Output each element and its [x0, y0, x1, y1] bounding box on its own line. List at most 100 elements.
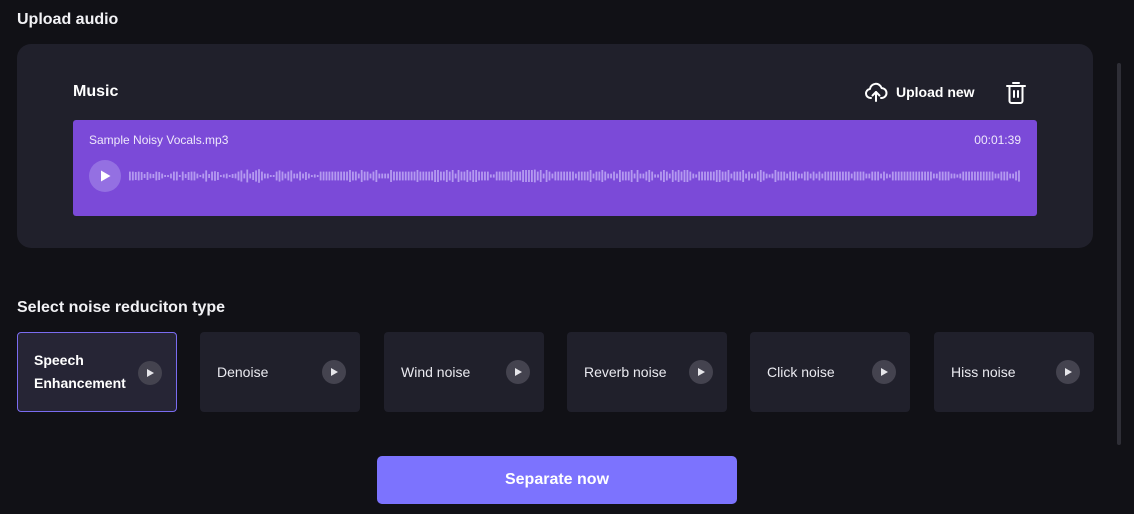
- waveform-bar: [941, 171, 944, 181]
- waveform-bar: [310, 175, 313, 177]
- waveform-bar: [486, 171, 489, 181]
- waveform-bar: [363, 171, 366, 181]
- preview-play-button[interactable]: [689, 360, 713, 384]
- waveform-bar: [665, 171, 668, 181]
- waveform-bar: [422, 171, 425, 181]
- waveform-bar: [883, 171, 885, 181]
- waveform-bar: [284, 173, 287, 179]
- waveform-bar: [727, 170, 730, 182]
- waveform-bar: [583, 171, 586, 181]
- waveform-bar: [442, 171, 445, 181]
- waveform-bar: [856, 171, 859, 181]
- waveform-bar: [648, 170, 651, 182]
- waveform-bar: [721, 171, 724, 181]
- waveform-bar: [915, 171, 918, 181]
- waveform-bar: [375, 170, 378, 182]
- waveform-bar: [880, 173, 882, 179]
- waveform[interactable]: [129, 162, 1021, 190]
- waveform-bar: [997, 173, 1000, 179]
- waveform-bar: [463, 171, 466, 181]
- waveform-bar: [440, 171, 442, 181]
- waveform-bar: [780, 171, 783, 181]
- waveform-bar: [240, 170, 243, 182]
- preview-play-button[interactable]: [872, 360, 896, 384]
- waveform-bar: [208, 174, 211, 178]
- waveform-bar: [170, 173, 172, 179]
- waveform-bar: [211, 171, 213, 181]
- noise-option-label: Hiss noise: [951, 363, 1016, 380]
- noise-option-denoise[interactable]: Denoise: [200, 332, 360, 412]
- waveform-bar: [686, 170, 689, 182]
- waveform-bar: [953, 173, 956, 179]
- track-play-button[interactable]: [89, 160, 121, 192]
- waveform-bar: [575, 173, 577, 179]
- waveform-bar: [140, 172, 143, 180]
- noise-option-wind-noise[interactable]: Wind noise: [384, 332, 544, 412]
- noise-option-label: Wind noise: [401, 363, 471, 380]
- noise-option-click-noise[interactable]: Click noise: [750, 332, 910, 412]
- waveform-bar: [217, 172, 219, 180]
- waveform-bar: [525, 170, 527, 182]
- waveform-bar: [677, 170, 680, 182]
- waveform-bar: [991, 171, 994, 181]
- preview-play-button[interactable]: [506, 360, 530, 384]
- waveform-bar: [313, 174, 316, 178]
- waveform-bar: [152, 174, 155, 178]
- waveform-bar: [768, 174, 771, 178]
- waveform-bar: [956, 174, 959, 178]
- waveform-bar: [563, 171, 566, 181]
- waveform-bar: [305, 172, 307, 180]
- waveform-bar: [627, 171, 630, 181]
- waveform-bar: [1006, 171, 1009, 181]
- waveform-bar: [739, 171, 742, 181]
- audio-track: Sample Noisy Vocals.mp3 00:01:39: [73, 120, 1037, 216]
- waveform-bar: [369, 173, 372, 179]
- waveform-bar: [396, 171, 398, 181]
- waveform-bar: [137, 171, 140, 181]
- preview-play-button[interactable]: [138, 361, 162, 385]
- waveform-bar: [604, 171, 607, 181]
- waveform-bar: [962, 171, 965, 181]
- waveform-bar: [839, 171, 841, 181]
- waveform-bar: [337, 171, 340, 181]
- waveform-bar: [178, 175, 181, 177]
- waveform-bar: [751, 173, 753, 179]
- noise-option-label: Click noise: [767, 363, 835, 380]
- waveform-bar: [255, 170, 257, 182]
- waveform-bar: [871, 171, 874, 181]
- waveform-bar: [560, 171, 563, 181]
- preview-play-button[interactable]: [322, 360, 346, 384]
- waveform-bar: [434, 170, 436, 182]
- waveform-bar: [906, 171, 909, 181]
- waveform-bar: [460, 171, 463, 181]
- noise-type-heading: Select noise reduciton type: [17, 299, 226, 316]
- waveform-bar: [580, 171, 583, 181]
- upload-new-label: Upload new: [896, 84, 975, 100]
- waveform-bar: [692, 173, 695, 179]
- scrollbar-thumb[interactable]: [1117, 63, 1121, 445]
- waveform-bar: [592, 173, 595, 179]
- waveform-bar: [343, 171, 345, 181]
- waveform-bar: [930, 171, 932, 181]
- waveform-bar: [398, 171, 401, 181]
- noise-option-reverb-noise[interactable]: Reverb noise: [567, 332, 727, 412]
- waveform-bar: [307, 173, 310, 179]
- waveform-bar: [1003, 171, 1006, 181]
- waveform-bar: [938, 171, 941, 181]
- waveform-bar: [448, 171, 451, 181]
- noise-option-speech-enhancement[interactable]: Speech Enhancement: [17, 332, 177, 412]
- waveform-bar: [243, 173, 246, 179]
- separate-now-button[interactable]: Separate now: [377, 456, 737, 504]
- waveform-bar: [457, 170, 460, 182]
- upload-new-button[interactable]: Upload new: [864, 80, 975, 104]
- noise-option-hiss-noise[interactable]: Hiss noise: [934, 332, 1094, 412]
- waveform-bar: [158, 172, 161, 180]
- preview-play-button[interactable]: [1056, 360, 1080, 384]
- waveform-bar: [445, 170, 448, 182]
- waveform-bar: [287, 171, 290, 181]
- waveform-bar: [800, 173, 803, 179]
- waveform-bar: [378, 173, 381, 179]
- waveform-bar: [1015, 171, 1017, 181]
- waveform-bar: [903, 171, 906, 181]
- delete-button[interactable]: [1005, 81, 1027, 105]
